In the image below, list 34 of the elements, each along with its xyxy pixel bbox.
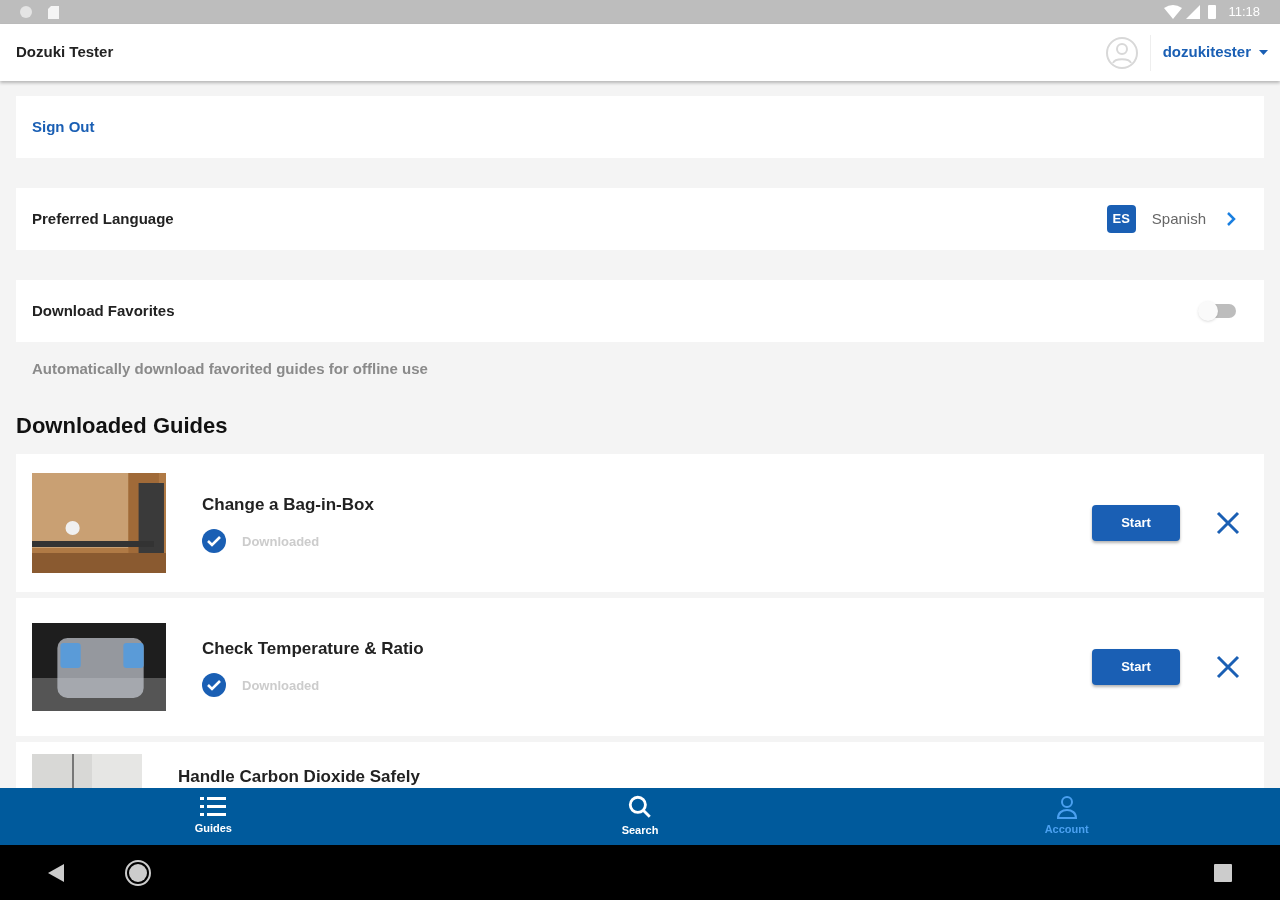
list-icon (200, 796, 227, 819)
language-badge: ES (1106, 205, 1136, 233)
person-icon (1055, 795, 1078, 820)
chevron-right-icon (1226, 211, 1236, 227)
battery-icon (1208, 5, 1217, 19)
nav-tab[interactable]: Search (426, 788, 854, 845)
favorites-label: Download Favorites (32, 300, 176, 321)
guide-title: Check Temperature & Ratio (202, 637, 425, 660)
caret-icon (1259, 50, 1268, 55)
language-row[interactable]: Preferred Language ES Spanish (16, 188, 1264, 250)
guide-title: Handle Carbon Dioxide Safely (178, 765, 421, 788)
avatar-icon (1105, 36, 1138, 69)
start-button[interactable]: Start (1092, 648, 1180, 685)
sd-card-icon (48, 5, 59, 19)
start-button[interactable]: Start (1092, 504, 1180, 541)
favorites-hint: Automatically download favorited guides for offline use (31, 359, 429, 379)
close-icon[interactable] (1216, 654, 1240, 679)
wifi-icon (1164, 5, 1183, 19)
guide-title: Change a Bag-in-Box (202, 493, 375, 516)
section-heading: Downloaded Guides (16, 411, 229, 440)
recents-icon[interactable] (1214, 863, 1232, 882)
home-icon[interactable] (124, 858, 152, 887)
app-title: Dozuki Tester (16, 42, 115, 63)
language-label: Preferred Language (32, 208, 175, 229)
close-icon[interactable] (1216, 510, 1240, 535)
nav-tab[interactable]: Guides (0, 788, 427, 845)
language-value: Spanish (1151, 208, 1206, 229)
back-icon[interactable] (48, 863, 64, 882)
guide-card[interactable]: Handle Carbon Dioxide Safely (16, 741, 1264, 788)
clock-time: 11:18 (1228, 3, 1260, 22)
sign-out-link[interactable]: Sign Out (16, 96, 1264, 158)
signal-icon (1186, 5, 1201, 19)
toggle-switch[interactable] (1200, 304, 1236, 318)
user-menu[interactable]: dozukitester (1162, 41, 1268, 64)
